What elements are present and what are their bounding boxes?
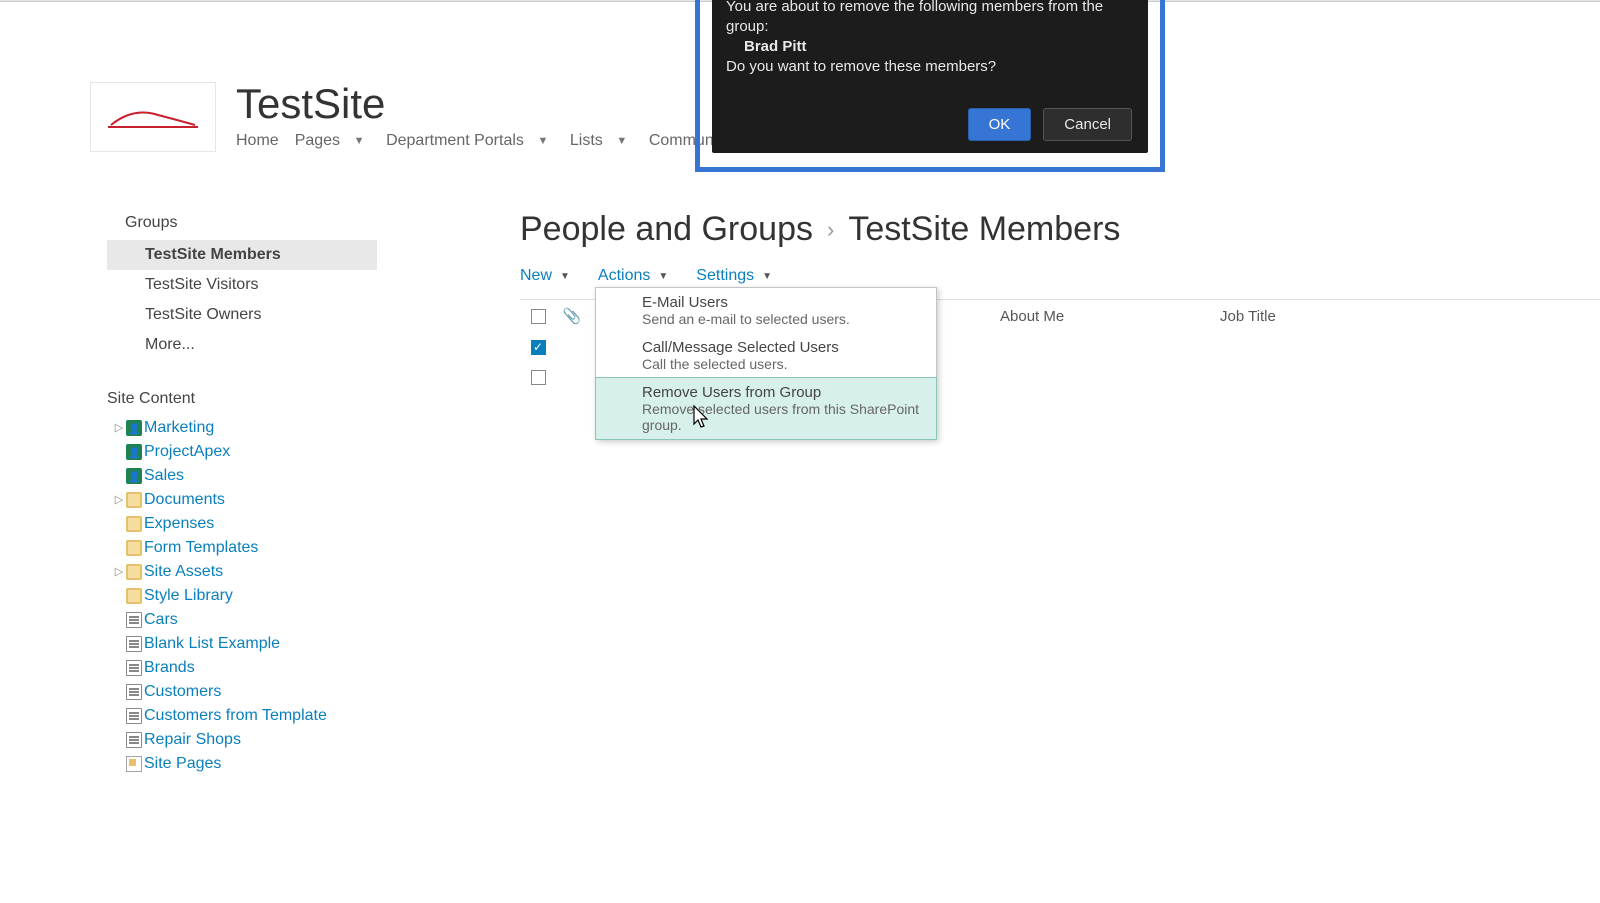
group-testsite-visitors[interactable]: TestSite Visitors xyxy=(107,270,377,300)
top-navigation: Home Pages▼ Department Portals▼ Lists▼ C… xyxy=(236,128,758,154)
ok-button[interactable]: OK xyxy=(968,108,1032,141)
groups-heading: Groups xyxy=(107,210,377,240)
breadcrumb-parent[interactable]: People and Groups xyxy=(520,210,813,249)
nav-lists[interactable]: Lists▼ xyxy=(570,128,649,154)
page-icon xyxy=(126,756,142,772)
list-icon xyxy=(126,636,142,652)
tree-blank-list-example[interactable]: Blank List Example xyxy=(113,632,377,656)
tree-form-templates[interactable]: Form Templates xyxy=(113,536,377,560)
dialog-member-name: Brad Pitt xyxy=(726,37,1134,57)
cancel-button[interactable]: Cancel xyxy=(1043,108,1132,141)
people-icon xyxy=(126,468,142,484)
expand-icon[interactable]: ▷ xyxy=(113,561,125,583)
breadcrumb: People and Groups › TestSite Members xyxy=(520,210,1600,249)
group-more[interactable]: More... xyxy=(107,330,377,360)
settings-button[interactable]: Settings▼ xyxy=(696,267,772,285)
select-all-checkbox[interactable] xyxy=(531,309,546,324)
confirm-dialog: You are about to remove the following me… xyxy=(712,0,1148,153)
nav-home[interactable]: Home xyxy=(236,128,295,154)
tree-sales[interactable]: Sales xyxy=(113,464,377,488)
nav-department-portals[interactable]: Department Portals▼ xyxy=(386,128,570,154)
breadcrumb-separator-icon: › xyxy=(827,217,834,243)
left-sidebar: Groups TestSite Members TestSite Visitor… xyxy=(107,210,377,776)
attachment-icon: 📎 xyxy=(563,307,582,325)
folder-icon xyxy=(126,492,142,508)
column-job-title[interactable]: Job Title xyxy=(1220,308,1276,325)
group-testsite-members[interactable]: TestSite Members xyxy=(107,240,377,270)
tree-customers-from-template[interactable]: Customers from Template xyxy=(113,704,377,728)
folder-icon xyxy=(126,540,142,556)
tree-marketing[interactable]: ▷Marketing xyxy=(113,416,377,440)
tree-style-library[interactable]: Style Library xyxy=(113,584,377,608)
confirm-dialog-highlight: You are about to remove the following me… xyxy=(695,0,1165,172)
expand-icon[interactable]: ▷ xyxy=(113,417,125,439)
menu-remove-users-from-group[interactable]: Remove Users from Group Remove selected … xyxy=(595,377,937,440)
list-icon xyxy=(126,732,142,748)
toolbar: New▼ Actions▼ Settings▼ xyxy=(520,267,1600,285)
folder-icon xyxy=(126,564,142,580)
folder-icon xyxy=(126,516,142,532)
folder-icon xyxy=(126,588,142,604)
list-icon xyxy=(126,612,142,628)
row-checkbox[interactable] xyxy=(531,340,546,355)
list-icon xyxy=(126,660,142,676)
site-logo[interactable] xyxy=(90,82,216,152)
new-button[interactable]: New▼ xyxy=(520,267,570,285)
tree-site-pages[interactable]: Site Pages xyxy=(113,752,377,776)
menu-call-message-users[interactable]: Call/Message Selected Users Call the sel… xyxy=(596,333,936,378)
breadcrumb-current: TestSite Members xyxy=(848,210,1120,249)
chevron-down-icon: ▼ xyxy=(762,271,772,282)
nav-pages[interactable]: Pages▼ xyxy=(295,128,386,154)
tree-expenses[interactable]: Expenses xyxy=(113,512,377,536)
column-about-me[interactable]: About Me xyxy=(1000,308,1064,325)
tree-site-assets[interactable]: ▷Site Assets xyxy=(113,560,377,584)
chevron-down-icon: ▼ xyxy=(532,135,554,147)
tree-brands[interactable]: Brands xyxy=(113,656,377,680)
site-content-tree: ▷Marketing ProjectApex Sales ▷Documents … xyxy=(113,416,377,776)
menu-email-users[interactable]: E-Mail Users Send an e-mail to selected … xyxy=(596,288,936,333)
actions-menu: E-Mail Users Send an e-mail to selected … xyxy=(595,287,937,440)
list-icon xyxy=(126,708,142,724)
people-icon xyxy=(126,444,142,460)
list-icon xyxy=(126,684,142,700)
row-checkbox[interactable] xyxy=(531,370,546,385)
chevron-down-icon: ▼ xyxy=(348,135,370,147)
tree-cars[interactable]: Cars xyxy=(113,608,377,632)
tree-projectapex[interactable]: ProjectApex xyxy=(113,440,377,464)
actions-button[interactable]: Actions▼ xyxy=(598,267,668,285)
chevron-down-icon: ▼ xyxy=(560,271,570,282)
dialog-message-1: You are about to remove the following me… xyxy=(726,0,1134,37)
tree-documents[interactable]: ▷Documents xyxy=(113,488,377,512)
group-testsite-owners[interactable]: TestSite Owners xyxy=(107,300,377,330)
tree-customers[interactable]: Customers xyxy=(113,680,377,704)
expand-icon[interactable]: ▷ xyxy=(113,489,125,511)
site-title[interactable]: TestSite xyxy=(236,80,385,128)
people-icon xyxy=(126,420,142,436)
chevron-down-icon: ▼ xyxy=(658,271,668,282)
chevron-down-icon: ▼ xyxy=(611,135,633,147)
site-content-heading: Site Content xyxy=(107,360,377,416)
car-logo-icon xyxy=(103,97,203,137)
tree-repair-shops[interactable]: Repair Shops xyxy=(113,728,377,752)
dialog-message-2: Do you want to remove these members? xyxy=(726,57,1134,77)
